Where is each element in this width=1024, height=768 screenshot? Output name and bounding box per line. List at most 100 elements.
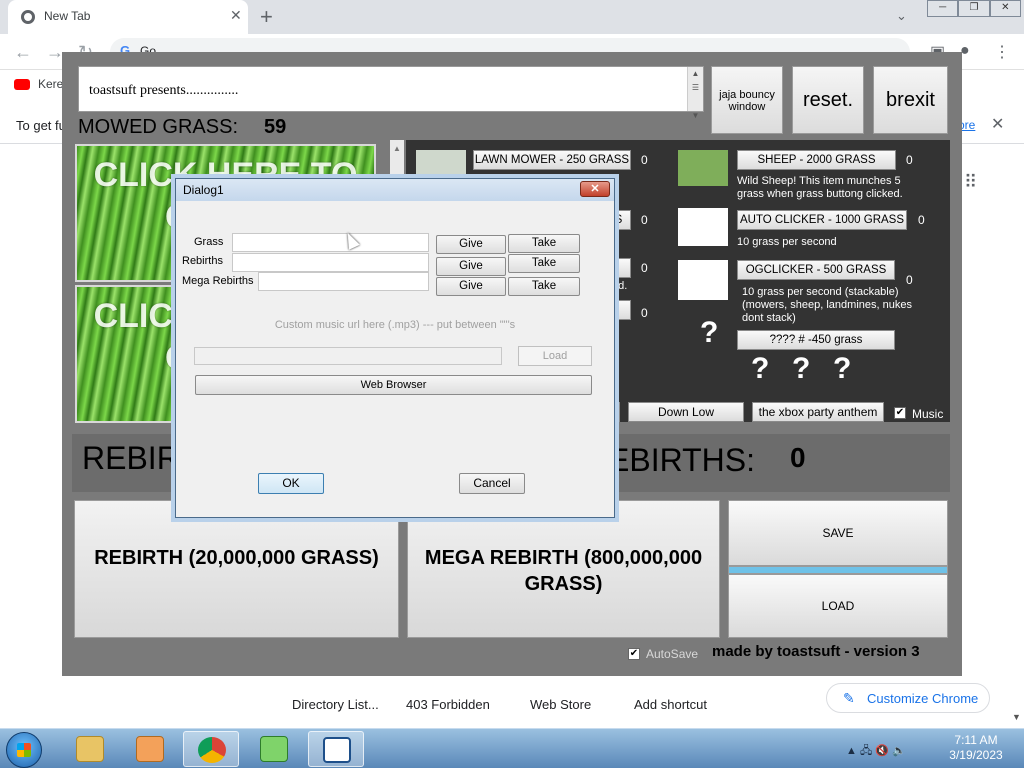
minimize-button[interactable]: ─	[927, 0, 959, 17]
auto-clicker-count: 0	[918, 213, 925, 227]
infobar-close-icon[interactable]: ✕	[991, 114, 1004, 134]
mega-rebirth-button[interactable]: MEGA REBIRTH (800,000,000 GRASS)	[407, 500, 720, 638]
shortcut-directory-list[interactable]: Directory List...	[292, 697, 379, 712]
taskbar-chrome[interactable]	[183, 731, 239, 767]
rebirths-field-label: Rebirths	[182, 255, 223, 267]
grass-input[interactable]	[232, 233, 429, 252]
taskbar-csharp[interactable]	[246, 731, 302, 767]
cancel-button[interactable]: Cancel	[459, 473, 525, 494]
mystery-question-mark: ?	[700, 316, 719, 349]
csharp-icon	[260, 736, 288, 762]
give-grass-button[interactable]: Give	[436, 235, 506, 254]
chrome-taskbar-icon	[198, 737, 226, 763]
take-grass-button[interactable]: Take	[508, 234, 580, 253]
credit-text: made by toastsuft - version 3	[712, 643, 920, 660]
brexit-button[interactable]: brexit	[873, 66, 948, 134]
jaja-bouncy-window-button[interactable]: jaja bouncy window	[711, 66, 783, 134]
dialog1-window: Dialog1 ✕ Grass Give Take Rebirths Give …	[175, 178, 615, 518]
window-controls: ─ ❐ ✕	[927, 0, 1021, 17]
dialog-close-button[interactable]: ✕	[580, 181, 610, 197]
start-button[interactable]	[6, 732, 42, 768]
hidden-item-2-count: 0	[641, 261, 648, 275]
maximize-button[interactable]: ❐	[958, 0, 990, 17]
menu-kebab-icon[interactable]: ⋮	[994, 42, 1010, 62]
rebirths-input[interactable]	[232, 253, 429, 272]
rebirths-label: REBIR	[82, 440, 180, 476]
hidden-item-count: 0	[641, 213, 648, 227]
new-tab-plus-icon[interactable]: +	[260, 4, 273, 30]
custom-music-url-input[interactable]	[194, 347, 502, 365]
back-arrow-icon[interactable]: ←	[14, 42, 32, 63]
shortcut-403-forbidden[interactable]: 403 Forbidden	[406, 697, 490, 712]
buy-lawn-mower-button[interactable]: LAWN MOWER - 250 GRASS	[473, 150, 631, 170]
ogclicker-description: 10 grass per second (stackable) (mowers,…	[742, 286, 912, 324]
tab-title: New Tab	[44, 9, 91, 23]
clock[interactable]: 7:11 AM 3/19/2023	[940, 733, 1012, 763]
mega-rebirths-input[interactable]	[258, 272, 429, 291]
media-player-icon	[136, 736, 164, 762]
load-music-button[interactable]: Load	[518, 346, 592, 366]
sheep-description: Wild Sheep! This item munches 5 grass wh…	[737, 175, 903, 200]
mega-rebirths-value: 0	[790, 442, 806, 473]
save-progress-strip	[728, 566, 948, 574]
hidden-item-3-count: 0	[641, 306, 648, 320]
apps-grid-icon[interactable]: ⠿	[964, 172, 977, 193]
taskbar-game-window[interactable]	[308, 731, 364, 767]
tab-new-tab[interactable]: New Tab ✕	[8, 0, 248, 34]
mega-rebirths-field-label: Mega Rebirths	[182, 275, 254, 287]
presents-scrollbar[interactable]: ▲ ☰ ▼	[687, 67, 703, 120]
grass-field-label: Grass	[194, 236, 224, 248]
hand-cursor-image	[678, 260, 728, 300]
sheep-count: 0	[906, 153, 913, 167]
autosave-checkbox[interactable]: ✔	[628, 648, 640, 660]
close-window-button[interactable]: ✕	[989, 0, 1021, 17]
music-down-low-button[interactable]: Down Low	[628, 402, 744, 422]
folder-icon	[76, 736, 104, 762]
music-checkbox[interactable]: ✔	[894, 407, 906, 419]
bookmark-kere[interactable]: Kere	[38, 77, 63, 91]
shortcut-web-store[interactable]: Web Store	[530, 697, 591, 712]
customize-chrome-label: Customize Chrome	[867, 691, 979, 706]
scroll-down-arrow-icon[interactable]: ▼	[1012, 712, 1021, 722]
windows-logo-icon	[17, 743, 31, 757]
sheep-image	[678, 150, 728, 186]
system-tray-icons[interactable]: ▲ 🖧 🔇 🔈	[846, 742, 906, 761]
question-mark-1: ?	[751, 352, 770, 385]
clock-date: 3/19/2023	[949, 748, 1003, 762]
shortcut-add[interactable]: Add shortcut	[634, 697, 707, 712]
chrome-icon	[21, 10, 35, 24]
cursor-image	[678, 208, 728, 246]
dialog-title: Dialog1	[183, 183, 224, 197]
mowed-grass-label: MOWED GRASS:	[78, 116, 239, 138]
buy-mystery-button[interactable]: ???? # -450 grass	[737, 330, 895, 350]
clock-time: 7:11 AM	[954, 733, 998, 747]
taskbar-explorer[interactable]	[62, 731, 118, 767]
dialog-titlebar[interactable]: Dialog1 ✕	[176, 179, 614, 201]
browser-tabstrip: New Tab ✕ + ⌄ ─ ❐ ✕	[0, 0, 1024, 34]
question-mark-2: ?	[792, 352, 811, 385]
presents-text: toastsuft presents...............	[89, 83, 239, 98]
take-rebirths-button[interactable]: Take	[508, 254, 580, 273]
buy-ogclicker-button[interactable]: OGCLICKER - 500 GRASS	[737, 260, 895, 280]
buy-sheep-button[interactable]: SHEEP - 2000 GRASS	[737, 150, 896, 170]
youtube-icon	[14, 79, 30, 90]
customize-chrome-button[interactable]: ✎ Customize Chrome	[826, 683, 990, 713]
give-mega-rebirths-button[interactable]: Give	[436, 277, 506, 296]
mowed-grass-value: 59	[264, 116, 287, 138]
web-browser-button[interactable]: Web Browser	[195, 375, 592, 395]
chevron-down-icon[interactable]: ⌄	[896, 8, 907, 24]
load-button[interactable]: LOAD	[728, 574, 948, 638]
rebirth-button[interactable]: REBIRTH (20,000,000 GRASS)	[74, 500, 399, 638]
take-mega-rebirths-button[interactable]: Take	[508, 277, 580, 296]
presents-textbox[interactable]: toastsuft presents............... ▲ ☰ ▼	[78, 66, 704, 120]
ok-button[interactable]: OK	[258, 473, 324, 494]
give-rebirths-button[interactable]: Give	[436, 257, 506, 276]
save-button[interactable]: SAVE	[728, 500, 948, 566]
music-xbox-anthem-button[interactable]: the xbox party anthem	[752, 402, 884, 422]
taskbar-media-player[interactable]	[122, 731, 178, 767]
reset-button[interactable]: reset.	[792, 66, 864, 134]
buy-auto-clicker-button[interactable]: AUTO CLICKER - 1000 GRASS	[737, 210, 907, 230]
pencil-icon: ✎	[843, 690, 855, 706]
custom-music-hint: Custom music url here (.mp3) --- put bet…	[274, 319, 516, 331]
tab-close-icon[interactable]: ✕	[230, 7, 242, 24]
